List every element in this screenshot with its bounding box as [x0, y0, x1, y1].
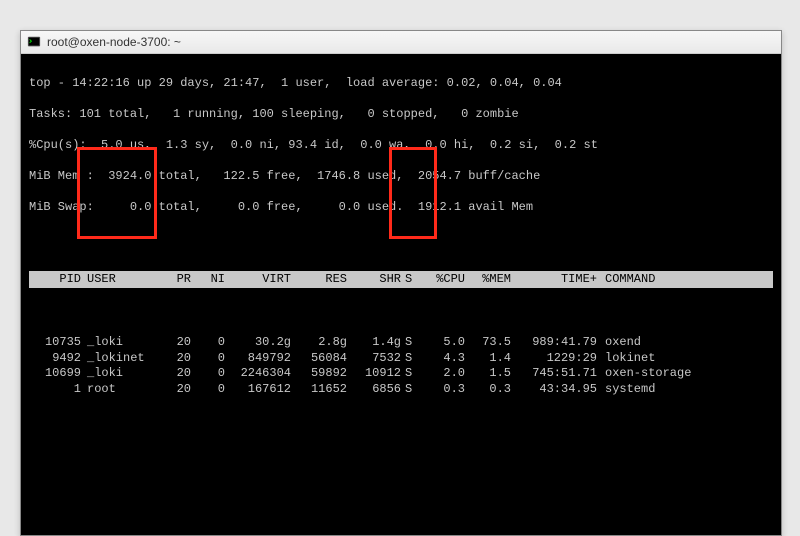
cell-shr: 6856 — [349, 382, 403, 398]
cell-cpu: 0.3 — [421, 382, 467, 398]
cell-user: _loki — [83, 366, 159, 382]
cell-ni: 0 — [193, 366, 227, 382]
cell-shr: 7532 — [349, 351, 403, 367]
cell-pr: 20 — [159, 366, 193, 382]
cell-user: _lokinet — [83, 351, 159, 367]
cell-pr: 20 — [159, 335, 193, 351]
cell-s: S — [403, 335, 421, 351]
cell-user: _loki — [83, 335, 159, 351]
cell-virt: 167612 — [227, 382, 293, 398]
cell-user: root — [83, 382, 159, 398]
cell-cpu: 4.3 — [421, 351, 467, 367]
col-header-pr: PR — [159, 272, 193, 288]
highlight-cpu-column — [389, 147, 437, 239]
cell-pid: 10735 — [29, 335, 83, 351]
cell-res: 56084 — [293, 351, 349, 367]
cell-virt: 2246304 — [227, 366, 293, 382]
col-header-s: S — [403, 272, 421, 288]
cell-ni: 0 — [193, 382, 227, 398]
cell-cmd: oxen-storage — [599, 366, 727, 382]
cell-mem: 73.5 — [467, 335, 513, 351]
col-header-mem: %MEM — [467, 272, 513, 288]
cell-cmd: lokinet — [599, 351, 727, 367]
cell-pid: 10699 — [29, 366, 83, 382]
cell-s: S — [403, 382, 421, 398]
process-list: 10735_loki20030.2g2.8g1.4gS5.073.5989:41… — [29, 335, 773, 397]
col-header-pid: PID — [29, 272, 83, 288]
cell-res: 2.8g — [293, 335, 349, 351]
cell-time: 43:34.95 — [513, 382, 599, 398]
terminal-window: root@oxen-node-3700: ~ top - 14:22:16 up… — [20, 30, 782, 536]
cell-pid: 9492 — [29, 351, 83, 367]
cell-cpu: 2.0 — [421, 366, 467, 382]
cell-virt: 30.2g — [227, 335, 293, 351]
terminal-body[interactable]: top - 14:22:16 up 29 days, 21:47, 1 user… — [21, 54, 781, 535]
cell-time: 1229:29 — [513, 351, 599, 367]
cell-cmd: systemd — [599, 382, 727, 398]
col-header-ni: NI — [193, 272, 227, 288]
col-header-cmd: COMMAND — [599, 272, 727, 288]
titlebar[interactable]: root@oxen-node-3700: ~ — [21, 31, 781, 54]
top-uptime-line: top - 14:22:16 up 29 days, 21:47, 1 user… — [29, 76, 773, 92]
cell-shr: 1.4g — [349, 335, 403, 351]
table-row[interactable]: 1root200167612116526856S0.30.343:34.95sy… — [29, 382, 773, 398]
cell-pr: 20 — [159, 382, 193, 398]
top-swap-line: MiB Swap: 0.0 total, 0.0 free, 0.0 used.… — [29, 200, 773, 216]
col-header-cpu: %CPU — [421, 272, 467, 288]
col-header-res: RES — [293, 272, 349, 288]
table-row[interactable]: 9492_lokinet200849792560847532S4.31.4122… — [29, 351, 773, 367]
col-header-user: USER — [83, 272, 159, 288]
process-header-row: PID USER PR NI VIRT RES SHR S %CPU %MEM … — [29, 271, 773, 289]
window-title: root@oxen-node-3700: ~ — [47, 35, 181, 49]
table-row[interactable]: 10735_loki20030.2g2.8g1.4gS5.073.5989:41… — [29, 335, 773, 351]
highlight-user-column — [77, 147, 157, 239]
terminal-icon — [27, 35, 41, 49]
cell-mem: 1.5 — [467, 366, 513, 382]
cell-ni: 0 — [193, 351, 227, 367]
top-cpu-line: %Cpu(s): 5.0 us, 1.3 sy, 0.0 ni, 93.4 id… — [29, 138, 773, 154]
cell-virt: 849792 — [227, 351, 293, 367]
cell-time: 989:41.79 — [513, 335, 599, 351]
cell-pid: 1 — [29, 382, 83, 398]
col-header-time: TIME+ — [513, 272, 599, 288]
top-mem-line: MiB Mem : 3924.0 total, 122.5 free, 1746… — [29, 169, 773, 185]
cell-s: S — [403, 351, 421, 367]
cell-shr: 10912 — [349, 366, 403, 382]
cell-mem: 1.4 — [467, 351, 513, 367]
cell-ni: 0 — [193, 335, 227, 351]
cell-res: 11652 — [293, 382, 349, 398]
top-tasks-line: Tasks: 101 total, 1 running, 100 sleepin… — [29, 107, 773, 123]
col-header-virt: VIRT — [227, 272, 293, 288]
cell-s: S — [403, 366, 421, 382]
cell-cpu: 5.0 — [421, 335, 467, 351]
cell-cmd: oxend — [599, 335, 727, 351]
col-header-shr: SHR — [349, 272, 403, 288]
cell-pr: 20 — [159, 351, 193, 367]
cell-res: 59892 — [293, 366, 349, 382]
cell-mem: 0.3 — [467, 382, 513, 398]
cell-time: 745:51.71 — [513, 366, 599, 382]
table-row[interactable]: 10699_loki20022463045989210912S2.01.5745… — [29, 366, 773, 382]
